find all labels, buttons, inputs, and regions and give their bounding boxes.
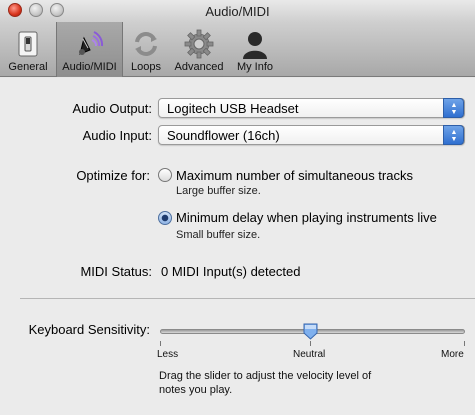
midi-status-value: 0 MIDI Input(s) detected	[161, 264, 301, 279]
optimize-latency-title[interactable]: Minimum delay when playing instruments l…	[176, 210, 437, 225]
tab-loops[interactable]: Loops	[125, 22, 167, 77]
tab-advanced[interactable]: Advanced	[171, 22, 227, 77]
audio-input-label: Audio Input:	[82, 128, 152, 143]
sensitivity-slider-knob[interactable]	[303, 323, 318, 340]
slider-tick-less	[160, 341, 161, 346]
switch-icon	[12, 28, 44, 60]
window-title: Audio/MIDI	[205, 4, 270, 19]
person-icon	[239, 28, 271, 60]
optimize-tracks-title[interactable]: Maximum number of simultaneous tracks	[176, 168, 413, 183]
slider-tick-more	[464, 341, 465, 346]
audio-input-value: Soundflower (16ch)	[167, 128, 280, 143]
preferences-window: Audio/MIDI General Audio/MIDI Loops Adva…	[0, 0, 475, 415]
preferences-toolbar: General Audio/MIDI Loops Advanced My Inf…	[0, 22, 475, 77]
tab-my-info[interactable]: My Info	[231, 22, 279, 77]
tab-general[interactable]: General	[4, 22, 52, 77]
section-divider	[20, 298, 475, 299]
optimize-latency-radio[interactable]	[158, 211, 172, 225]
slider-label-more: More	[441, 349, 464, 360]
popup-arrows-icon: ▲ ▼	[443, 125, 464, 145]
keyboard-sensitivity-label: Keyboard Sensitivity:	[28, 322, 150, 337]
popup-arrows-icon: ▲ ▼	[443, 98, 464, 118]
audio-midi-icon	[74, 28, 106, 60]
slider-tick-neutral	[310, 341, 311, 346]
tab-audio-midi[interactable]: Audio/MIDI	[56, 22, 123, 77]
audio-output-value: Logitech USB Headset	[167, 101, 299, 116]
optimize-label: Optimize for:	[76, 168, 150, 183]
audio-midi-pane: Audio Output: Logitech USB Headset ▲ ▼ Au…	[0, 78, 475, 415]
sensitivity-help-text: Drag the slider to adjust the velocity l…	[159, 370, 372, 396]
loops-icon	[130, 28, 162, 60]
gear-icon	[183, 28, 215, 60]
optimize-tracks-radio[interactable]	[158, 168, 172, 182]
title-bar[interactable]: Audio/MIDI	[0, 0, 475, 22]
audio-output-label: Audio Output:	[72, 101, 153, 116]
optimize-latency-subtitle: Small buffer size.	[176, 229, 261, 241]
slider-label-neutral: Neutral	[293, 349, 326, 360]
slider-label-less: Less	[157, 349, 179, 360]
optimize-tracks-subtitle: Large buffer size.	[176, 185, 261, 197]
midi-status-label: MIDI Status:	[80, 264, 152, 279]
audio-output-popup[interactable]: Logitech USB Headset ▲ ▼	[158, 98, 465, 118]
audio-input-popup[interactable]: Soundflower (16ch) ▲ ▼	[158, 125, 465, 145]
